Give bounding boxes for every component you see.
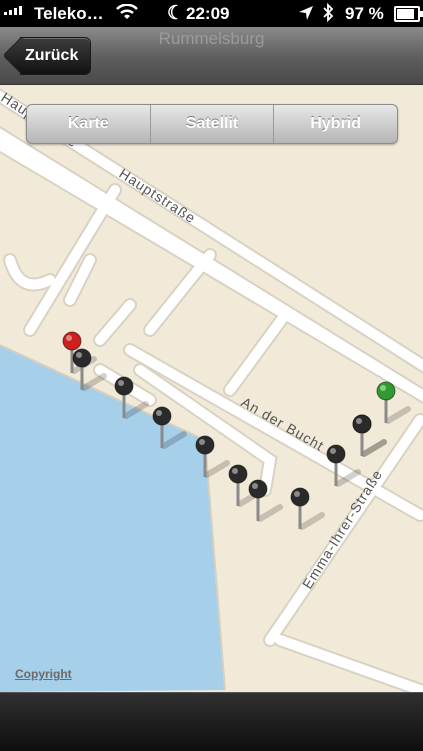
- map-view[interactable]: Hauptstraße Hauptstraße An der Bucht Emm…: [0, 85, 423, 692]
- wifi-icon: [116, 3, 138, 25]
- navigation-bar: Rummelsburg Zurück: [0, 27, 423, 85]
- map-type-karte[interactable]: Karte: [27, 105, 150, 143]
- back-button[interactable]: Zurück: [20, 37, 92, 75]
- clock: 22:09: [186, 4, 230, 23]
- location-arrow-icon: [298, 5, 314, 26]
- map-type-hybrid[interactable]: Hybrid: [273, 105, 397, 143]
- map-canvas[interactable]: Hauptstraße Hauptstraße An der Bucht Emm…: [0, 85, 423, 692]
- moon-icon: ☾: [167, 3, 185, 24]
- map-type-control: Karte Satellit Hybrid: [26, 104, 398, 144]
- back-button-label: Zurück: [25, 47, 79, 64]
- copyright-link[interactable]: Copyright: [15, 667, 72, 681]
- signal-icon: [4, 6, 22, 15]
- map-type-satellit[interactable]: Satellit: [149, 105, 274, 143]
- bluetooth-icon: [322, 2, 334, 27]
- status-bar: Teleko… ☾ 22:09 97 %: [0, 0, 423, 27]
- battery-icon: [394, 6, 423, 22]
- bottom-toolbar: [0, 692, 423, 751]
- battery-percentage: 97 %: [345, 4, 384, 23]
- carrier-name: Teleko…: [34, 4, 104, 23]
- battery-fill: [397, 9, 415, 19]
